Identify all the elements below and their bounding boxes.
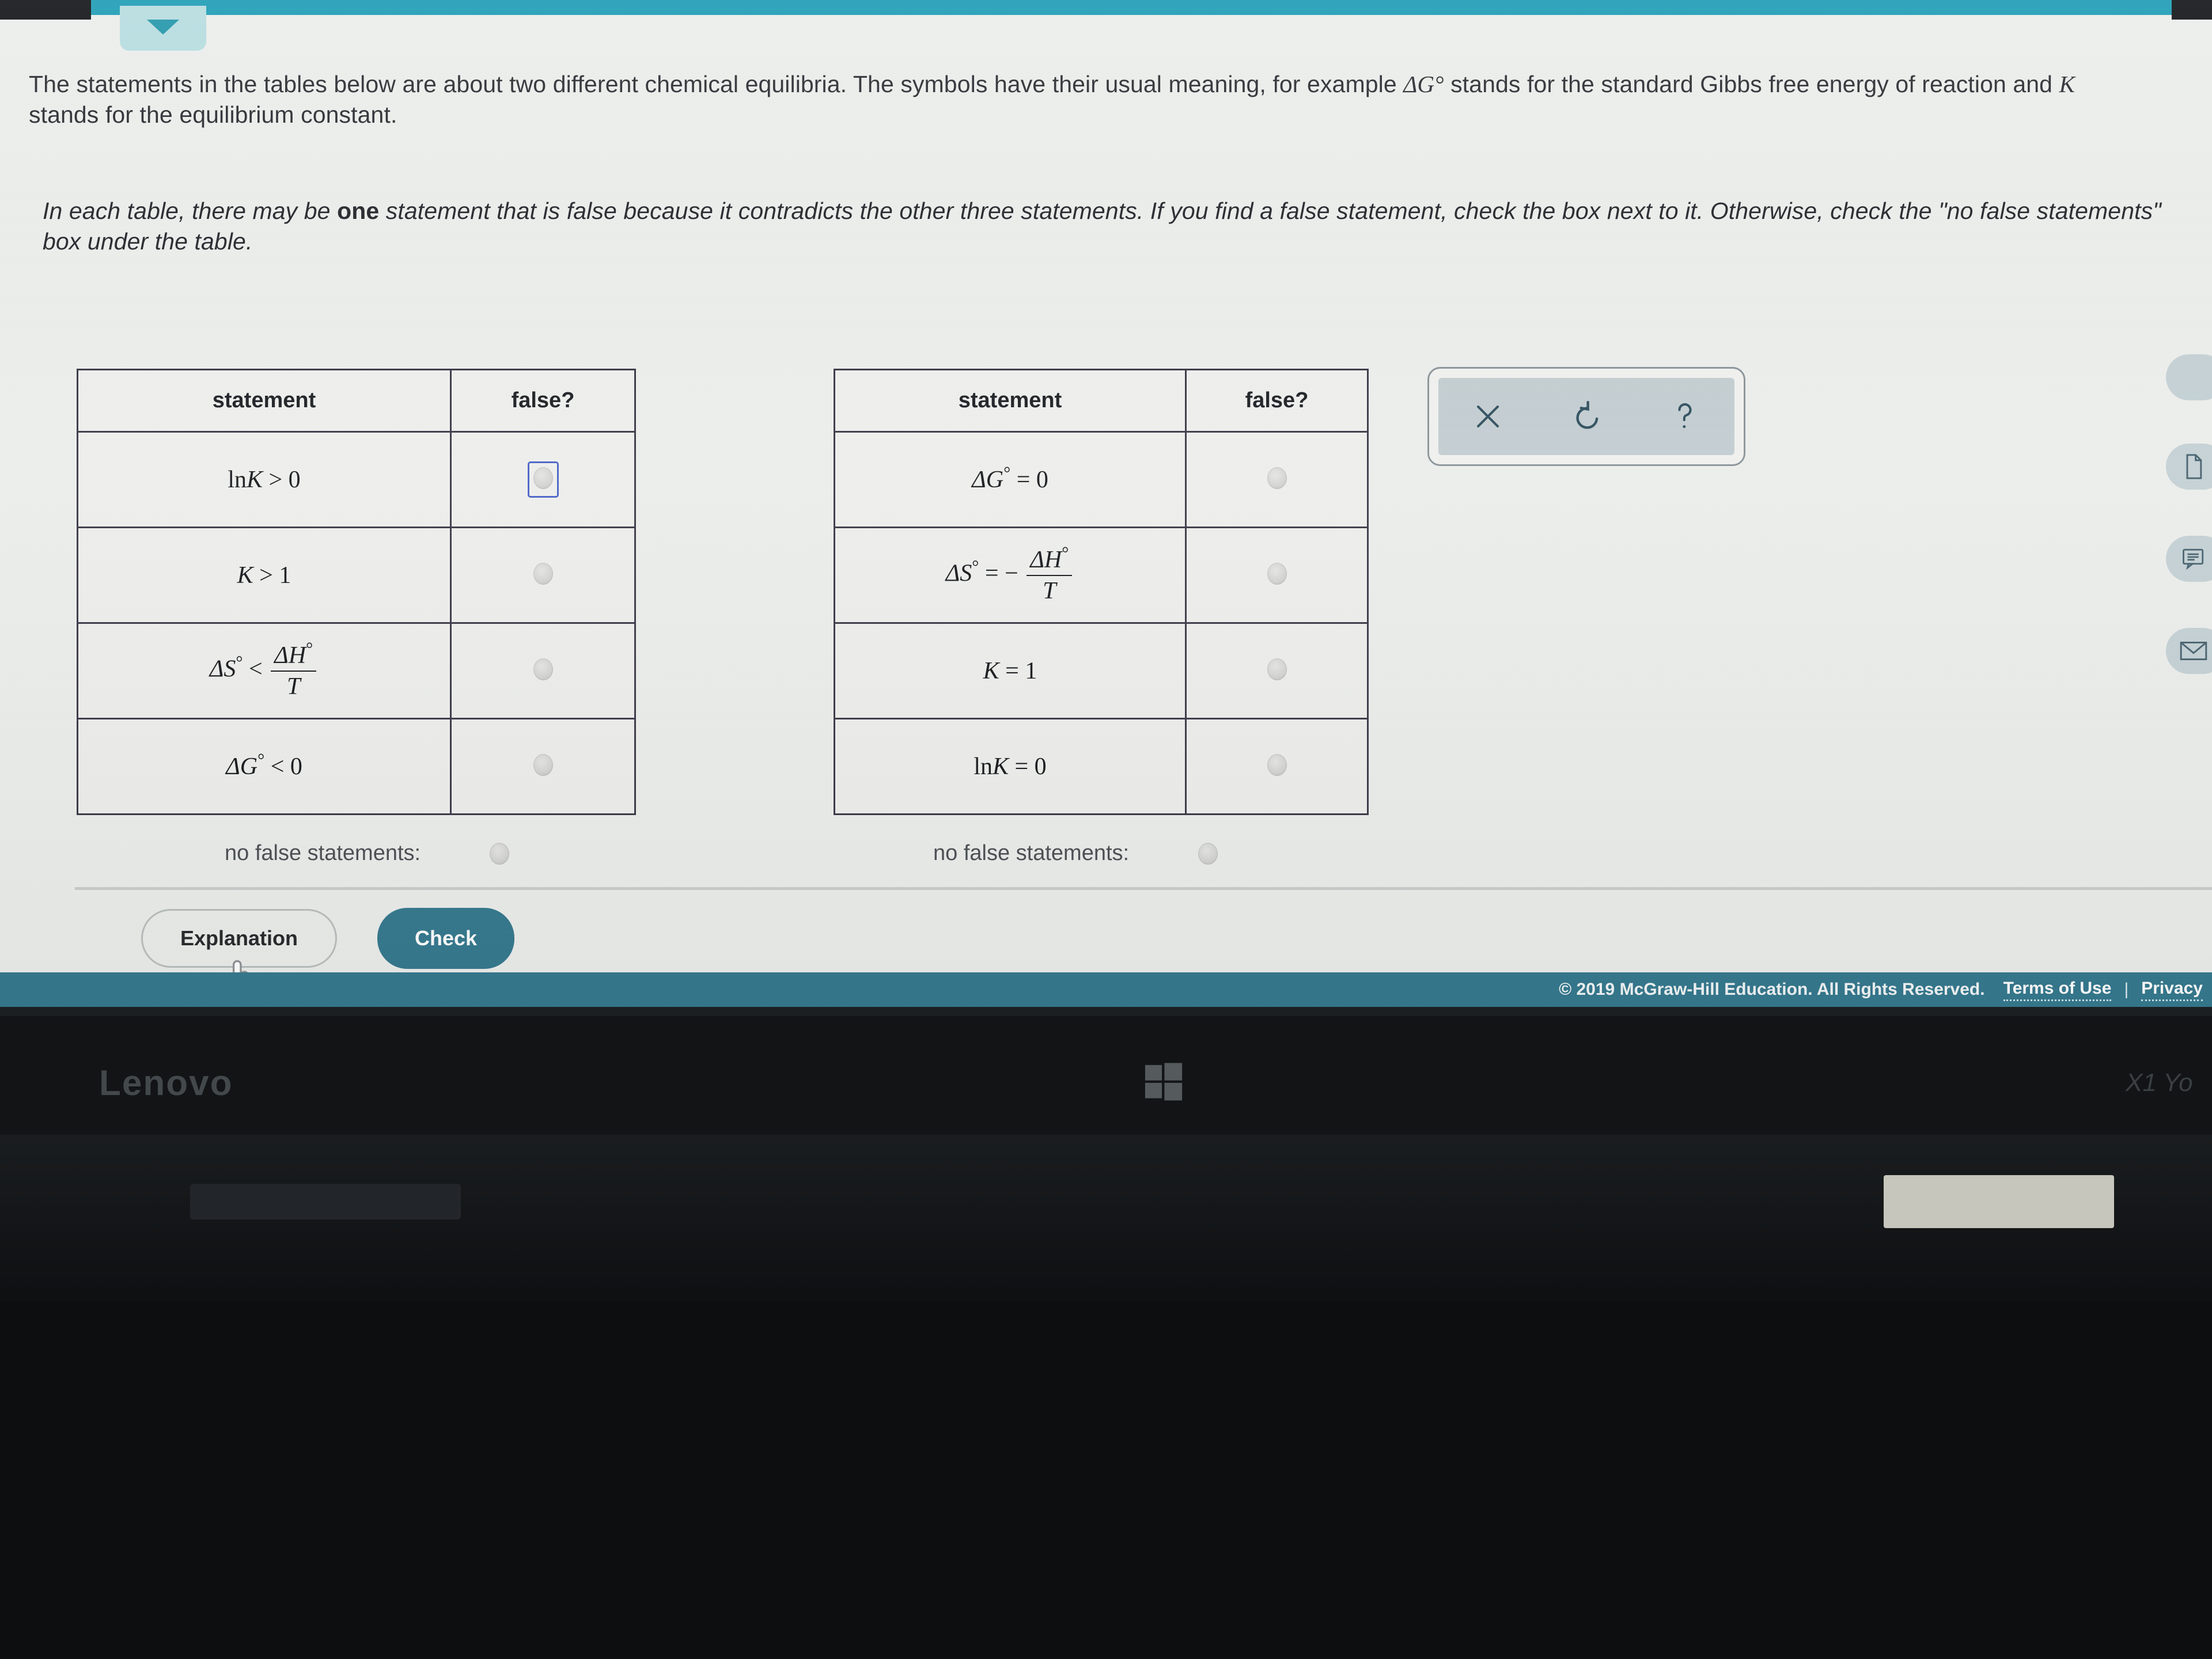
edge-button-scroll[interactable]	[2166, 354, 2212, 400]
terms-of-use-link[interactable]: Terms of Use	[2003, 979, 2112, 1001]
collapse-panel-tab[interactable]	[120, 6, 206, 51]
screenshot-root: The statements in the tables below are a…	[0, 0, 2212, 1659]
radio-button-false-2-3[interactable]	[1267, 658, 1287, 680]
table-row: lnK = 0	[834, 718, 1369, 815]
content-divider	[75, 887, 2212, 890]
radio-button-false-2-1[interactable]	[1267, 467, 1287, 489]
laptop-model-text: X1 Yo	[2126, 1069, 2193, 1097]
false-cell[interactable]	[450, 527, 636, 624]
no-false-statements-label: no false statements:	[225, 841, 421, 865]
col-header-statement: statement	[77, 369, 452, 433]
hinge-cover-right	[1884, 1175, 2114, 1228]
windows-logo-icon	[1145, 1063, 1183, 1101]
instructions-paragraph-2: In each table, there may be one statemen…	[43, 196, 2174, 257]
statements-table-1: statement false? lnK > 0 K > 1 ΔS° < ΔH°…	[77, 369, 636, 815]
browser-screen: The statements in the tables below are a…	[0, 0, 2212, 1007]
no-false-statements-label: no false statements:	[933, 841, 1130, 865]
false-cell[interactable]	[1185, 622, 1369, 719]
statement-cell: K = 1	[834, 622, 1187, 719]
radio-button-false-1-3[interactable]	[533, 658, 553, 680]
undo-icon[interactable]	[1552, 399, 1621, 434]
top-teal-strip	[0, 0, 2212, 15]
check-button[interactable]: Check	[377, 908, 514, 969]
radio-button-false-2-2[interactable]	[1267, 563, 1287, 585]
screen-bezel-right	[2172, 0, 2212, 20]
col-header-false: false?	[450, 369, 636, 433]
table-row: ΔG° < 0	[77, 718, 636, 815]
p2-bold-one: one	[337, 198, 380, 224]
statement-cell: lnK > 0	[77, 431, 452, 528]
col-header-false: false?	[1185, 369, 1369, 433]
lenovo-brand-logo: Lenovo	[99, 1063, 233, 1103]
statements-table-2: statement false? ΔG° = 0 ΔS° = − ΔH° T K…	[834, 369, 1369, 815]
table-row: lnK > 0	[77, 431, 636, 528]
radio-button-false-2-4[interactable]	[1267, 754, 1287, 776]
statement-cell: K > 1	[77, 527, 452, 624]
table-row: K = 1	[834, 622, 1369, 719]
statement-cell: lnK = 0	[834, 718, 1187, 815]
edge-button-document[interactable]	[2166, 444, 2212, 490]
p1-mid: stands for the standard Gibbs free energ…	[1444, 71, 2059, 97]
screen-bezel-left	[0, 0, 91, 20]
radio-button-no-false-2[interactable]	[1198, 842, 1218, 865]
hinge-cover-left	[190, 1184, 461, 1219]
table-row: ΔS° = − ΔH° T	[834, 527, 1369, 624]
p1-post: stands for the equilibrium constant.	[29, 101, 397, 128]
table-row: ΔS° < ΔH° T	[77, 622, 636, 719]
answer-tools-widget	[1427, 367, 1745, 466]
false-cell[interactable]	[450, 622, 636, 719]
help-icon[interactable]	[1650, 399, 1719, 434]
radio-button-no-false-1[interactable]	[490, 842, 510, 865]
false-cell[interactable]	[450, 718, 636, 815]
action-button-bar: Explanation Check	[0, 892, 2212, 972]
table-header-row: statement false?	[77, 369, 636, 433]
edge-button-mail[interactable]	[2166, 628, 2212, 674]
false-cell[interactable]	[1185, 527, 1369, 624]
radio-button-false-1-1[interactable]	[533, 467, 553, 489]
clear-icon[interactable]	[1453, 400, 1522, 433]
page-footer: © 2019 McGraw-Hill Education. All Rights…	[0, 972, 2212, 1007]
answer-tools-inner	[1438, 378, 1734, 455]
table-row: K > 1	[77, 527, 636, 624]
bezel-highlight-band	[0, 1007, 2212, 1016]
radio-button-false-1-2[interactable]	[533, 563, 553, 585]
p1-symbol-K: K	[2059, 71, 2075, 97]
edge-button-chat[interactable]	[2166, 536, 2212, 582]
col-header-statement: statement	[834, 369, 1187, 433]
privacy-link[interactable]: Privacy	[2141, 979, 2203, 1001]
no-false-statements-row-2[interactable]: no false statements:	[933, 841, 1218, 866]
chevron-down-icon	[147, 20, 179, 35]
p1-pre: The statements in the tables below are a…	[29, 71, 1404, 97]
table-row: ΔG° = 0	[834, 431, 1369, 528]
laptop-keyboard: EscFnLockF1F2F3F4F5F6F7F8F9F10F11F12Home…	[0, 1302, 2212, 1659]
statement-cell: ΔG° < 0	[77, 718, 452, 815]
statement-cell: ΔS° = − ΔH° T	[834, 527, 1187, 624]
p2-pre: In each table, there may be	[43, 198, 338, 224]
footer-separator: |	[2124, 980, 2129, 999]
laptop-palmrest	[0, 1135, 2212, 1308]
instructions-paragraph-1: The statements in the tables below are a…	[29, 69, 2126, 131]
radio-focus-ring	[527, 461, 559, 498]
false-cell[interactable]	[1185, 431, 1369, 528]
no-false-statements-row-1[interactable]: no false statements:	[225, 841, 510, 866]
radio-button-false-1-4[interactable]	[533, 754, 553, 776]
false-cell[interactable]	[450, 431, 636, 528]
statement-cell: ΔS° < ΔH° T	[77, 622, 452, 719]
copyright-text: © 2019 McGraw-Hill Education. All Rights…	[1559, 980, 1985, 999]
table-header-row: statement false?	[834, 369, 1369, 433]
statement-cell: ΔG° = 0	[834, 431, 1187, 528]
p1-symbol-deltaG: ΔG°	[1403, 71, 1444, 97]
false-cell[interactable]	[1185, 718, 1369, 815]
